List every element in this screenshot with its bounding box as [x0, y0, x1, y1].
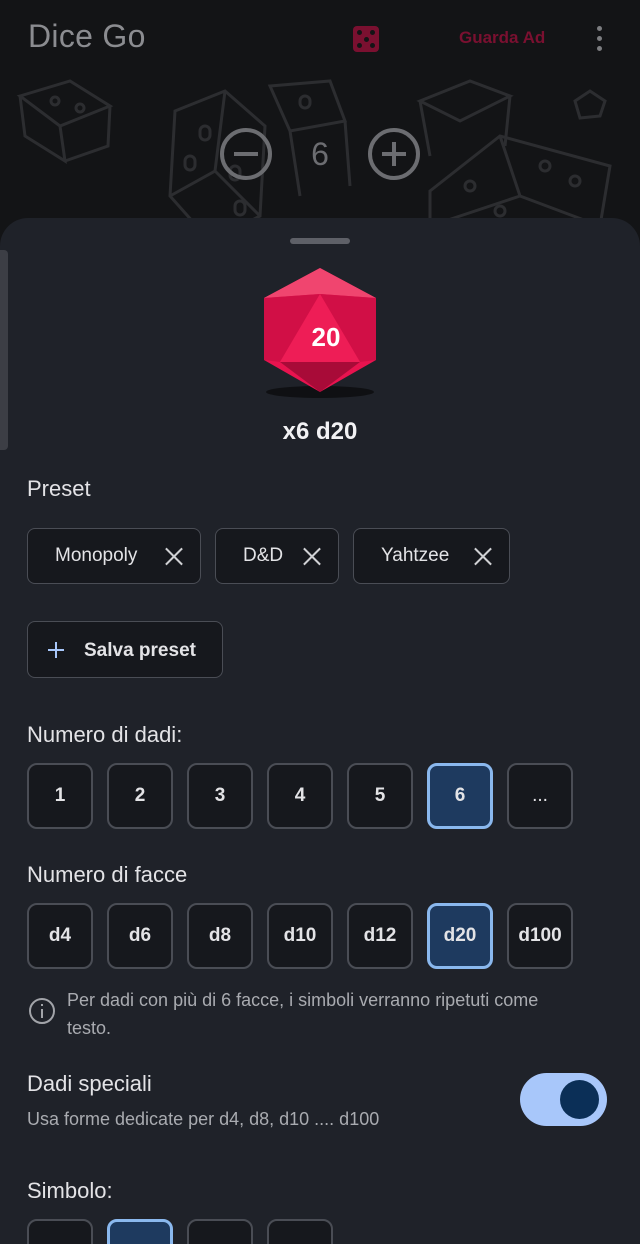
- num-dice-option[interactable]: 5: [347, 763, 413, 829]
- info-text: Per dadi con più di 6 facce, i simboli v…: [67, 990, 539, 1038]
- save-preset-label: Salva preset: [84, 640, 196, 661]
- special-dice-title: Dadi speciali: [27, 1071, 152, 1096]
- num-dice-option[interactable]: 3: [187, 763, 253, 829]
- close-icon[interactable]: [302, 546, 322, 566]
- num-dice-option-more[interactable]: ...: [507, 763, 573, 829]
- num-faces-option[interactable]: d8: [187, 903, 253, 969]
- preset-chip-label: D&D: [243, 545, 284, 566]
- num-dice-option[interactable]: 2: [107, 763, 173, 829]
- special-dice-description: Usa forme dedicate per d4, d8, d10 .... …: [27, 1109, 380, 1129]
- save-preset-button[interactable]: Salva preset: [27, 621, 223, 678]
- symbol-option[interactable]: [267, 1219, 333, 1244]
- preset-chip-label: Yahtzee: [381, 545, 450, 566]
- watch-ad-button[interactable]: Guarda Ad: [459, 28, 545, 48]
- num-dice-option-selected[interactable]: 6: [427, 763, 493, 829]
- app-title: Dice Go: [28, 18, 146, 54]
- symbol-label: Simbolo:: [27, 1178, 113, 1203]
- close-icon[interactable]: [164, 546, 184, 566]
- num-faces-option[interactable]: d6: [107, 903, 173, 969]
- num-faces-label: Numero di facce: [27, 862, 188, 887]
- preset-label: Preset: [27, 476, 91, 501]
- special-dice-toggle[interactable]: [520, 1073, 607, 1126]
- num-faces-option[interactable]: d10: [267, 903, 333, 969]
- top-app-bar: Dice Go Guarda Ad: [0, 0, 640, 76]
- symbol-option-selected[interactable]: [107, 1219, 173, 1244]
- symbol-option[interactable]: [27, 1219, 93, 1244]
- preset-chip-monopoly[interactable]: Monopoly: [27, 528, 201, 584]
- num-faces-option[interactable]: d4: [27, 903, 93, 969]
- preset-chip-label: Monopoly: [55, 545, 138, 566]
- num-dice-option[interactable]: 4: [267, 763, 333, 829]
- num-faces-option[interactable]: d100: [507, 903, 573, 969]
- plus-circle-icon[interactable]: [368, 128, 420, 180]
- app-screen: Dice Go Guarda Ad 6 20 x6 d20 Preset Mon…: [0, 0, 640, 1244]
- die-value: 20: [312, 322, 341, 352]
- more-vert-icon[interactable]: [590, 24, 610, 54]
- d20-icon: 20: [262, 266, 378, 400]
- preset-chip-dnd[interactable]: D&D: [215, 528, 339, 584]
- dice-five-icon[interactable]: [353, 26, 379, 52]
- num-faces-option-selected[interactable]: d20: [427, 903, 493, 969]
- num-dice-label: Numero di dadi:: [27, 722, 183, 747]
- info-icon: [29, 998, 55, 1024]
- preset-chip-yahtzee[interactable]: Yahtzee: [353, 528, 510, 584]
- plus-icon: [48, 642, 64, 658]
- sheet-drag-handle[interactable]: [290, 238, 350, 244]
- num-faces-option[interactable]: d12: [347, 903, 413, 969]
- close-icon[interactable]: [473, 546, 493, 566]
- symbol-option[interactable]: [187, 1219, 253, 1244]
- num-dice-option[interactable]: 1: [27, 763, 93, 829]
- toggle-thumb: [560, 1080, 599, 1119]
- dice-summary: x6 d20: [282, 418, 358, 445]
- dice-count-stepper: 6: [220, 128, 420, 182]
